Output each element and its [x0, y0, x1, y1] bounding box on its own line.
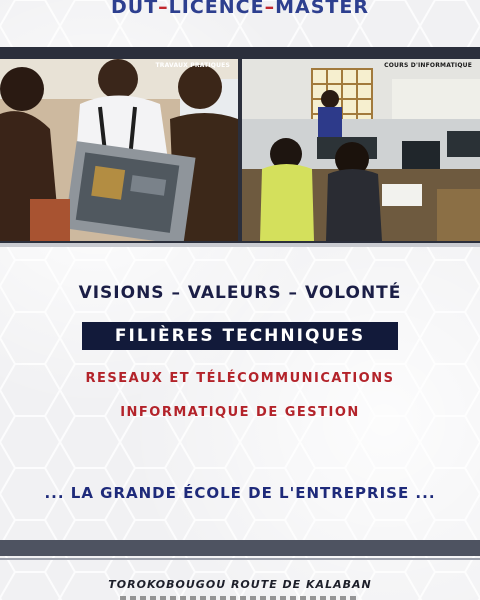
- computer-class-photo: COURS D'INFORMATIQUE: [242, 59, 480, 241]
- header-dash: –: [264, 0, 276, 18]
- mid-divider: [0, 243, 480, 247]
- program-management-it: INFORMATIQUE DE GESTION: [120, 405, 360, 420]
- practical-work-caption: TRAVAUX PRATIQUES: [155, 62, 230, 69]
- degree-header: DUT–LICENCE–MASTER: [0, 0, 480, 22]
- program-networks: RESEAUX ET TÉLÉCOMMUNICATIONS: [85, 371, 395, 386]
- address: TOROKOBOUGOU ROUTE DE KALABAN: [108, 578, 372, 591]
- computer-class-caption: COURS D'INFORMATIQUE: [384, 62, 472, 69]
- degree-dut: DUT: [111, 0, 159, 18]
- degree-master: MASTER: [275, 0, 369, 18]
- practical-work-photo: TRAVAUX PRATIQUES: [0, 59, 238, 241]
- bottom-thin-divider: [0, 558, 480, 560]
- photo-strip: TRAVAUX PRATIQUES COURS D'INFORMATIQUE: [0, 57, 480, 243]
- address-cut-off-line: [120, 596, 360, 600]
- slogan: VISIONS – VALEURS – VOLONTÉ: [78, 283, 402, 303]
- tagline: ... LA GRANDE ÉCOLE DE L'ENTREPRISE ...: [44, 484, 436, 502]
- section-title-banner: FILIÈRES TECHNIQUES: [82, 322, 398, 350]
- bottom-divider: [0, 540, 480, 556]
- header-dash: –: [158, 0, 169, 18]
- top-divider: [0, 47, 480, 57]
- degree-licence: LICENCE: [168, 0, 265, 18]
